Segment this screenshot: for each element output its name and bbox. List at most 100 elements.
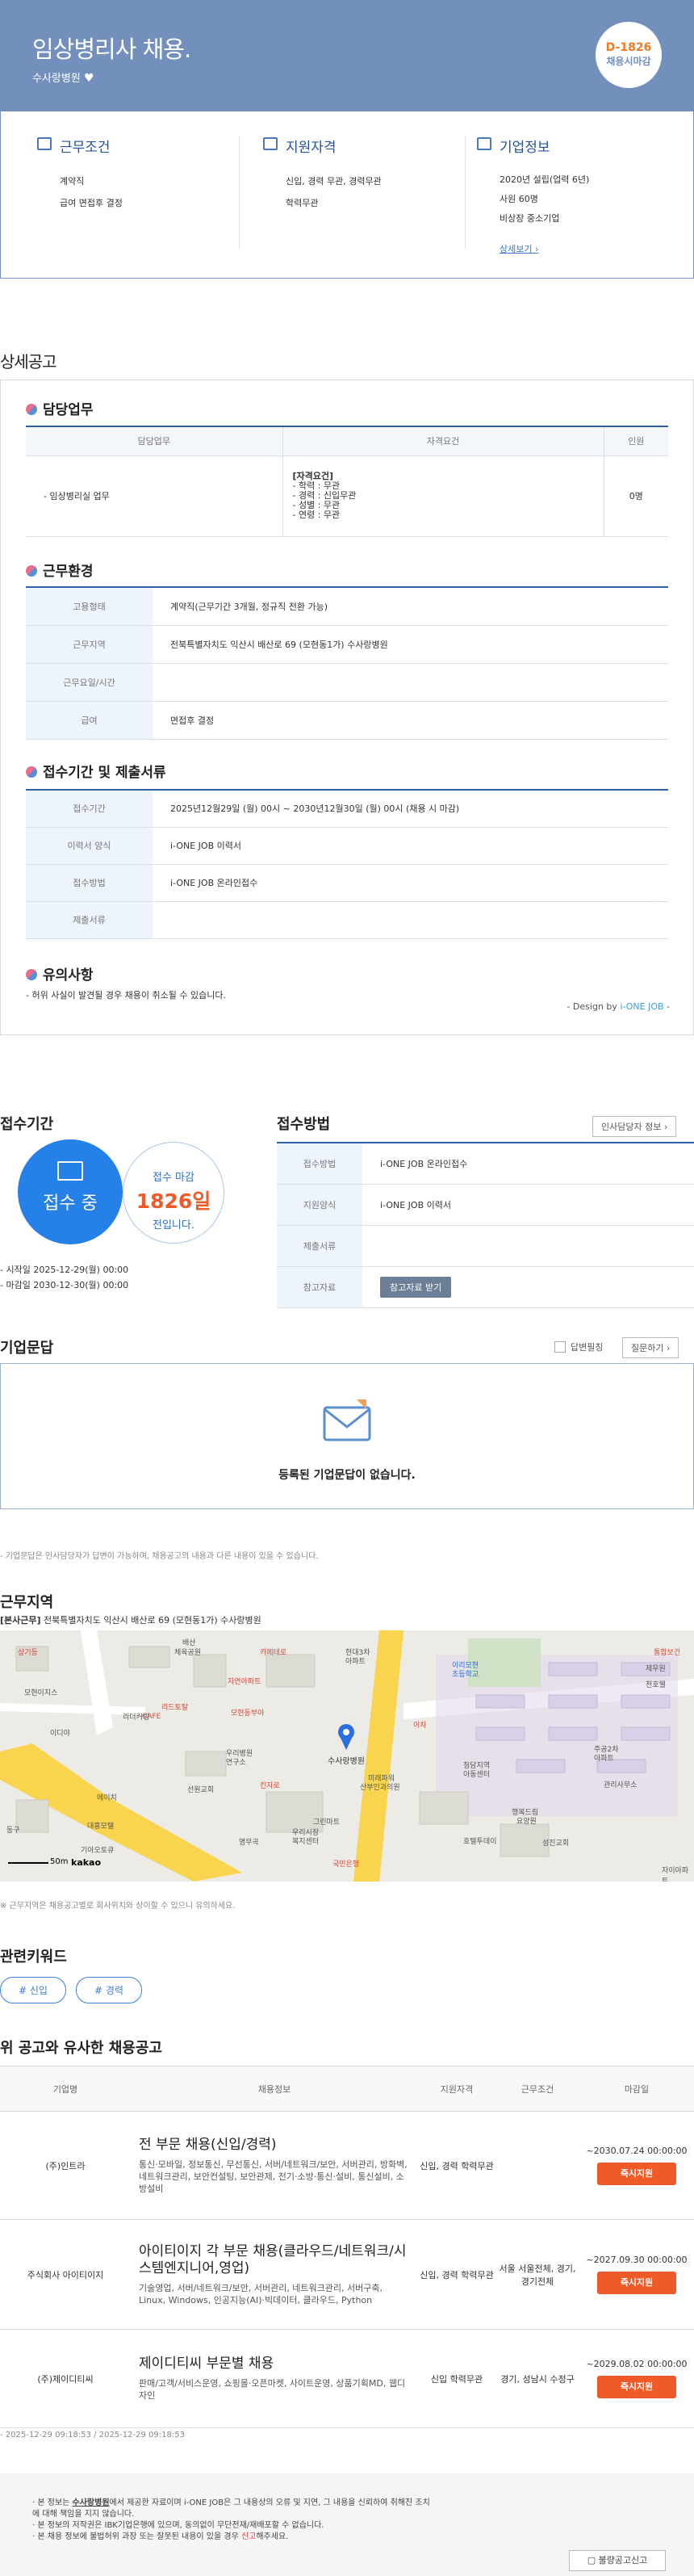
method-value	[362, 1225, 694, 1267]
similar-title: 위 공고와 유사한 채용공고	[0, 2040, 162, 2057]
briefcase-icon	[37, 137, 52, 150]
map-label: 에이치	[97, 1794, 117, 1802]
map-label: 아파트	[594, 1755, 614, 1763]
dday-count: D-1826	[605, 41, 652, 54]
bullet-icon	[26, 766, 37, 778]
col-header: 인원	[604, 426, 668, 456]
map[interactable]: 수사랑병원 50m kakao 배산 체육공원 카페테로 현대3차 아파트 이리…	[0, 1630, 694, 1882]
manager-info-button[interactable]: 인사담당자 정보 ›	[592, 1116, 677, 1137]
job-company[interactable]: (주)인트라	[0, 2111, 131, 2220]
job-deadline: ~2030.07.24 00:00:00	[586, 2146, 688, 2156]
footer-text: 해주세요.	[256, 2532, 289, 2541]
area-tag: [본사근무]	[0, 1615, 41, 1626]
map-label: 상기등	[18, 1649, 38, 1657]
job-title-link[interactable]: 제이디티씨 부문별 채용	[139, 2356, 410, 2373]
method-table: 접수방법 i-ONE JOB 온라인접수 지원양식 i-ONE JOB 이력서 제출…	[277, 1142, 694, 1308]
col-header: 담당업무	[26, 426, 283, 456]
duty-count: 0명	[604, 455, 668, 537]
method-value: i-ONE JOB 온라인접수	[362, 1143, 694, 1185]
job-desc: 기술영업, 서버/네트워크/보안, 서버관리, 네트워크관리, 서버구축, Li…	[139, 2282, 383, 2305]
company-detail-link[interactable]: 상세보기 ›	[500, 244, 538, 254]
area-title: 근무지역	[0, 1594, 54, 1611]
report-link[interactable]: 신고	[241, 2532, 256, 2541]
summary-work: 근무조건 계약직 급여 면접후 결정	[22, 136, 248, 214]
book-icon	[57, 1161, 83, 1181]
heart-icon[interactable]: ♥	[84, 72, 94, 85]
summary-company-line: 비상장 중소기업	[500, 213, 560, 224]
job-deadline: ~2029.08.02 00:00:00	[586, 2359, 688, 2369]
env-value: 계약직(근무기간 3개월, 정규직 전환 가능)	[153, 587, 668, 626]
keyword-chip[interactable]: # 신입	[0, 1977, 66, 2003]
apply-button[interactable]: 즉시지원	[597, 2272, 676, 2294]
job-cond: 서울 서울전체, 경기, 경기전체	[495, 2219, 579, 2330]
job-qual: 신입, 경력 학력무관	[418, 2111, 495, 2220]
dday-status: 채용시마감	[606, 56, 651, 67]
answered-filter[interactable]: 답변필칭	[554, 1340, 603, 1353]
period-dates: - 시작일 2025-12-29(월) 00:00 - 마감일 2030-12-…	[0, 1262, 128, 1293]
apply-label: 접수기간	[26, 790, 153, 828]
apply-label: 제출서류	[26, 901, 153, 939]
col-header: 지원자격	[418, 2066, 495, 2112]
env-label: 고용형태	[26, 587, 153, 626]
job-title-link[interactable]: 아이티이지 각 부문 채용(클라우드/네트워크/시스템엔지니어,영업)	[139, 2243, 410, 2277]
area-note: ※ 근무지역은 채용공고별로 회사위치와 상이할 수 있으니 유의하세요.	[0, 1902, 236, 1911]
map-label: 모현동부아	[231, 1710, 265, 1718]
company-link[interactable]: 수사랑병원 ♥	[32, 69, 94, 85]
summary-work-line: 계약직	[60, 176, 85, 187]
summary-company-line: 사원 60명	[500, 194, 538, 204]
map-label: 리더커빙	[123, 1714, 150, 1722]
summary-work-title: 근무조건	[60, 140, 111, 156]
attachment-button[interactable]: 참고자료 받기	[380, 1276, 452, 1298]
job-company[interactable]: (주)제이디티씨	[0, 2329, 131, 2428]
design-brand: i-ONE JOB	[620, 1001, 664, 1012]
checkbox[interactable]	[554, 1341, 566, 1353]
map-label: 이디야	[50, 1730, 70, 1738]
job-title-link[interactable]: 전 부문 채용(신입/경력)	[139, 2137, 410, 2154]
table-row[interactable]: 주식회사 아이티이지 아이티이지 각 부문 채용(클라우드/네트워크/시스템엔지…	[0, 2219, 694, 2330]
table-row[interactable]: (주)인트라 전 부문 채용(신입/경력) 통신·모바일, 정보통신, 무선통신,…	[0, 2111, 694, 2220]
map-label: 킨자로	[260, 1782, 280, 1790]
report-button[interactable]: ▢ 불량공고신고	[569, 2550, 666, 2571]
keyword-chip[interactable]: # 경력	[75, 1977, 142, 2003]
map-label: 통합보건	[654, 1649, 681, 1657]
map-label: 대흥모텔	[87, 1823, 115, 1831]
map-label: 카페테로	[260, 1649, 287, 1657]
method-label: 참고자료	[277, 1266, 362, 1308]
apply-value	[153, 901, 668, 939]
map-label: 체육공원	[174, 1649, 202, 1657]
apply-value: 2025년12월29일 (월) 00시 ~ 2030년12월30일 (월) 00…	[153, 790, 668, 828]
apply-button[interactable]: 즉시지원	[597, 2163, 676, 2185]
table-row[interactable]: (주)제이디티씨 제이디티씨 부문별 채용판매/고객/서비스운영, 쇼핑몰·오픈…	[0, 2329, 694, 2428]
ask-button[interactable]: 질문하기 ›	[622, 1337, 679, 1358]
env-label: 급여	[26, 701, 153, 740]
summary-work-line: 급여 면접후 결정	[60, 198, 123, 208]
map-label: 그린마트	[313, 1819, 341, 1827]
env-value: 전북특별자치도 익산시 배산로 69 (모현동1가) 수사랑병원	[153, 625, 668, 664]
apply-value: i-ONE JOB 이력서	[153, 827, 668, 865]
env-value	[153, 663, 668, 702]
map-label: 복지센터	[292, 1838, 320, 1846]
footer-line: · 본 채용 정보에 불법허위 과장 또는 잘못된 내용이 있을 경우 신고해주…	[32, 2532, 289, 2541]
job-desc: 판매/고객/서비스운영, 쇼핑몰·오픈마켓, 사이트운영, 상품기획MD, 웹디…	[139, 2378, 406, 2401]
qa-empty: 등록된 기업문답이 없습니다.	[278, 1469, 416, 1482]
footer-text: 본 채용 정보에 불법허위 과장 또는 잘못된 내용이 있을 경우	[37, 2532, 241, 2541]
apply-button[interactable]: 즉시지원	[597, 2376, 676, 2398]
company-name[interactable]: 수사랑병원	[32, 73, 81, 85]
mail-icon	[323, 1399, 371, 1441]
summary-company-line: 2020년 설립(업력 6년)	[500, 174, 590, 185]
env-value: 면접후 결정	[153, 701, 668, 740]
dday-badge: D-1826 채용시마감	[596, 22, 662, 88]
env-table: 고용형태 계약직(근무기간 3개월, 정규직 전환 가능) 근무지역 전북특별자치도…	[26, 586, 668, 740]
deadline-suffix: 전입니다.	[153, 1219, 194, 1231]
detail-heading: 상세공고	[0, 352, 57, 371]
footer-line: · 본 정보는 수사랑병원에서 제공한 자료이며 i-ONE JOB은 그 내용…	[32, 2498, 430, 2519]
job-cond: 경기, 성남시 수정구	[495, 2329, 579, 2428]
apply-label: 접수방법	[26, 864, 153, 902]
post-dates: - 2025-12-29 09:18:53 / 2025-12-29 09:18…	[0, 2431, 185, 2440]
design-suffix: -	[663, 1001, 670, 1012]
kakao-logo: kakao	[71, 1857, 102, 1868]
job-qual: 신입, 경력 학력무관	[418, 2219, 495, 2330]
col-header: 자격요건	[282, 426, 604, 456]
job-company[interactable]: 주식회사 아이티이지	[0, 2219, 131, 2330]
map-label: 천호웰	[646, 1681, 666, 1689]
